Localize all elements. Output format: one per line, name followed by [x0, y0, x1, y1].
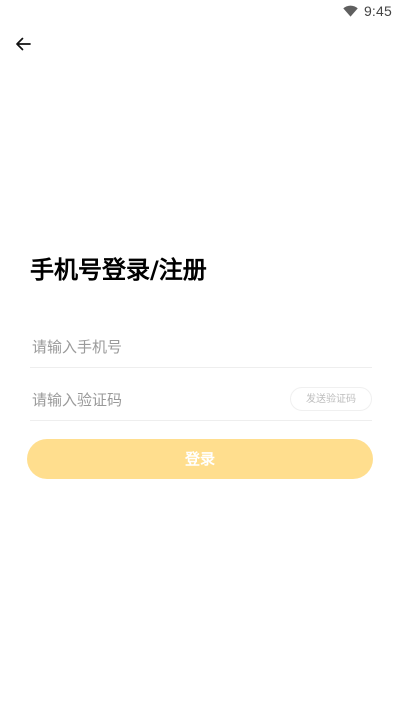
verification-code-input[interactable] — [32, 388, 272, 412]
status-icons: 9:45 — [343, 2, 392, 20]
code-field-row: 发送验证码 — [30, 380, 372, 421]
status-bar: 9:45 — [0, 0, 400, 22]
send-code-button[interactable]: 发送验证码 — [290, 387, 372, 411]
arrow-left-icon — [16, 37, 31, 51]
wifi-icon — [343, 5, 358, 17]
phone-field-row — [30, 327, 372, 368]
page-title: 手机号登录/注册 — [30, 256, 207, 284]
back-button[interactable] — [10, 32, 36, 56]
status-time: 9:45 — [363, 3, 392, 19]
login-button[interactable]: 登录 — [27, 439, 373, 479]
phone-input[interactable] — [32, 335, 272, 359]
